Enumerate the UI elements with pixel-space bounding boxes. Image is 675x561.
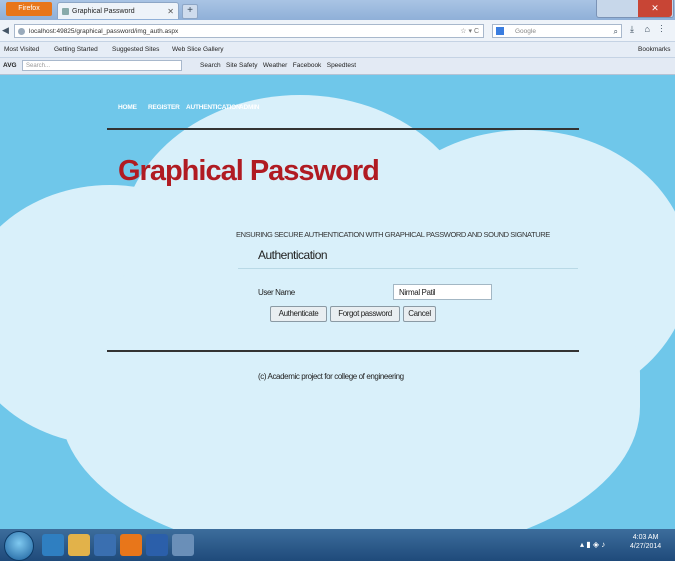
- tagline: ENSURING SECURE AUTHENTICATION WITH GRAP…: [236, 230, 550, 239]
- search-engine-label: Google: [515, 28, 536, 35]
- menu-home[interactable]: HOME: [118, 104, 137, 111]
- bookmark-suggested-sites[interactable]: Suggested Sites: [112, 42, 159, 57]
- ie-icon[interactable]: [42, 534, 64, 556]
- footer-divider: [107, 350, 579, 352]
- google-icon[interactable]: [496, 27, 504, 35]
- menu-authentication[interactable]: AUTHENTICATION: [186, 104, 241, 111]
- authenticate-button[interactable]: Authenticate: [270, 306, 327, 322]
- menu-admin[interactable]: ADMIN: [239, 104, 260, 111]
- start-button[interactable]: [4, 531, 34, 561]
- menu-divider: [107, 128, 579, 130]
- avg-speedtest[interactable]: Speedtest: [327, 62, 356, 69]
- bookmarks-toolbar: Most Visited Getting Started Suggested S…: [0, 42, 675, 58]
- new-tab-button[interactable]: +: [182, 4, 198, 19]
- clock-time: 4:03 AM: [632, 534, 659, 541]
- avg-facebook[interactable]: Facebook: [293, 62, 322, 69]
- username-input[interactable]: [393, 284, 492, 300]
- bookmark-star-icon[interactable]: ☆ ▾ C: [460, 25, 479, 39]
- clock[interactable]: 4:03 AM 4/27/2014: [630, 533, 661, 551]
- address-bar[interactable]: localhost:49825/graphical_password/img_a…: [14, 24, 484, 38]
- avg-site-safety[interactable]: Site Safety: [226, 62, 257, 69]
- bookmark-web-slice-gallery[interactable]: Web Slice Gallery: [172, 42, 224, 57]
- page-background: [0, 75, 675, 529]
- search-icon[interactable]: ⌕: [614, 25, 618, 39]
- username-label: User Name: [258, 288, 295, 297]
- clock-date: 4/27/2014: [630, 543, 662, 550]
- media-player-icon[interactable]: [94, 534, 116, 556]
- avg-search-input[interactable]: Search...: [22, 60, 182, 71]
- bookmark-most-visited[interactable]: Most Visited: [4, 42, 39, 57]
- search-bar[interactable]: Google ⌕: [492, 24, 622, 38]
- app-icon[interactable]: [172, 534, 194, 556]
- forgot-password-button[interactable]: Forgot password: [330, 306, 400, 322]
- menu-register[interactable]: REGISTER: [148, 104, 180, 111]
- avg-logo[interactable]: AVG: [3, 58, 17, 74]
- bookmarks-menu[interactable]: Bookmarks: [638, 42, 671, 57]
- bookmark-getting-started[interactable]: Getting Started: [54, 42, 98, 57]
- footer-text: (c) Academic project for college of engi…: [258, 372, 404, 381]
- url-text: localhost:49825/graphical_password/img_a…: [29, 28, 179, 35]
- cancel-button[interactable]: Cancel: [403, 306, 436, 322]
- avg-search-button[interactable]: Search: [200, 62, 221, 69]
- browser-tab[interactable]: Graphical Password Authentication ✕: [57, 2, 179, 32]
- site-title: Graphical Password: [118, 155, 380, 187]
- section-divider: [238, 268, 578, 269]
- tab-close-icon[interactable]: ✕: [167, 3, 174, 20]
- avg-toolbar-items: Search Site Safety Weather Facebook Spee…: [200, 59, 356, 73]
- window-close-button[interactable]: ✕: [638, 0, 672, 17]
- back-icon[interactable]: ◀: [2, 25, 9, 36]
- section-heading: Authentication: [258, 248, 328, 262]
- system-tray[interactable]: ▴ ▮ ◈ ♪: [580, 540, 605, 549]
- site-identity-icon[interactable]: [18, 28, 25, 35]
- word-icon[interactable]: [146, 534, 168, 556]
- page-favicon-icon: [62, 8, 69, 15]
- avg-weather[interactable]: Weather: [263, 62, 287, 69]
- toolbar-icons[interactable]: ⤓ ⌂ ⋮: [630, 24, 667, 35]
- explorer-icon[interactable]: [68, 534, 90, 556]
- firefox-menu-button[interactable]: Firefox: [6, 2, 52, 16]
- firefox-icon[interactable]: [120, 534, 142, 556]
